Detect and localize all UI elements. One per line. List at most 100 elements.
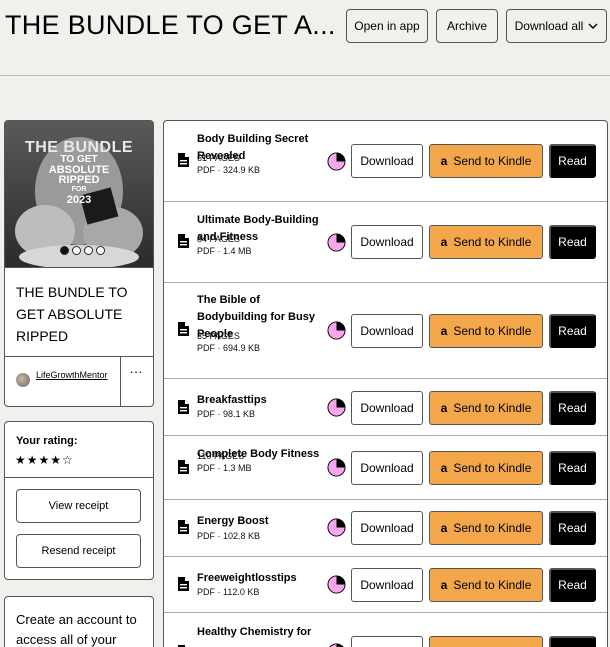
account-prompt: Create an account to access all of your: [16, 612, 137, 647]
amazon-icon: a: [440, 235, 448, 249]
cover-line-4: RIPPED: [58, 174, 100, 186]
content-item: Complete Body Fitness 110 PAGES PDF · 1.…: [164, 436, 607, 500]
document-icon: [178, 322, 189, 336]
open-in-app-button[interactable]: Open in app: [346, 9, 428, 43]
document-icon: [178, 153, 189, 167]
read-button[interactable]: Read: [549, 451, 596, 485]
send-to-kindle-button[interactable]: a Send to Kindle: [429, 225, 543, 259]
download-button[interactable]: Download: [351, 568, 423, 602]
divider: [5, 477, 153, 478]
carousel-dot[interactable]: [96, 246, 105, 255]
send-to-kindle-label: Send to Kindle: [453, 154, 532, 168]
content-item: Healthy Chemistry for Download a Send to…: [164, 613, 607, 647]
more-options-button[interactable]: ···: [124, 364, 148, 379]
item-title: Healthy Chemistry for: [197, 626, 312, 638]
document-icon: [178, 520, 189, 534]
amazon-icon: a: [440, 324, 448, 338]
send-to-kindle-button[interactable]: a Send to Kindle: [429, 391, 543, 425]
progress-pie-icon: [327, 518, 346, 537]
item-file-info: PDF · 694.9 KB: [197, 343, 261, 353]
content-item: The Bible of Bodybuilding for Busy Peopl…: [164, 283, 607, 379]
download-button[interactable]: Download: [351, 314, 423, 348]
send-to-kindle-button[interactable]: a Send to Kindle: [429, 451, 543, 485]
content-item: Breakfasttips PDF · 98.1 KB Download a S…: [164, 379, 607, 436]
read-button[interactable]: Read: [549, 225, 596, 259]
download-button[interactable]: Download: [351, 144, 423, 178]
cover-line-6: 2023: [66, 194, 92, 206]
send-to-kindle-label: Send to Kindle: [453, 401, 532, 415]
progress-pie-icon: [327, 398, 346, 417]
progress-pie-icon: [327, 458, 346, 477]
product-title: THE BUNDLE TO GET ABSOLUTE RIPPED: [16, 284, 128, 344]
carousel-dot[interactable]: [84, 246, 93, 255]
amazon-icon: a: [440, 521, 448, 535]
item-title: Freeweightlosstips: [197, 572, 297, 584]
download-all-button[interactable]: Download all: [506, 9, 607, 43]
item-title: Energy Boost: [197, 515, 269, 527]
send-to-kindle-label: Send to Kindle: [453, 324, 532, 338]
view-receipt-button[interactable]: View receipt: [16, 489, 141, 523]
send-to-kindle-label: Send to Kindle: [453, 521, 532, 535]
amazon-icon: a: [440, 578, 448, 592]
item-pages: 110 PAGES: [197, 451, 245, 461]
content-item: Body Building Secret Revealed 61 PAGES P…: [164, 121, 607, 202]
send-to-kindle-label: Send to Kindle: [453, 461, 532, 475]
send-to-kindle-button[interactable]: a Send to Kindle: [429, 568, 543, 602]
send-to-kindle-button[interactable]: a Send to Kindle: [429, 314, 543, 348]
content-item: Energy Boost PDF · 102.8 KB Download a S…: [164, 500, 607, 557]
progress-pie-icon: [327, 575, 346, 594]
creator-link[interactable]: LifeGrowthMentor: [36, 369, 110, 381]
resend-receipt-button[interactable]: Resend receipt: [16, 534, 141, 568]
read-button[interactable]: Read: [549, 314, 596, 348]
item-file-info: PDF · 98.1 KB: [197, 409, 256, 419]
rating-label: Your rating:: [16, 435, 78, 447]
cover-carousel-dots[interactable]: [60, 246, 105, 255]
item-pages: 35 PAGES: [197, 331, 240, 341]
document-icon: [178, 577, 189, 591]
archive-button[interactable]: Archive: [436, 9, 498, 43]
read-button[interactable]: Read: [549, 391, 596, 425]
read-button[interactable]: Read: [549, 636, 596, 647]
item-file-info: PDF · 102.8 KB: [197, 531, 261, 541]
document-icon: [178, 234, 189, 248]
cover-subtitle: TO GET ABSOLUTE RIPPED FOR 2023: [11, 155, 147, 206]
download-button[interactable]: Download: [351, 511, 423, 545]
download-button[interactable]: Download: [351, 451, 423, 485]
read-button[interactable]: Read: [549, 511, 596, 545]
download-button[interactable]: Download: [351, 225, 423, 259]
item-pages: 61 PAGES: [197, 153, 240, 163]
divider: [120, 357, 121, 406]
carousel-dot[interactable]: [60, 246, 69, 255]
send-to-kindle-label: Send to Kindle: [453, 235, 532, 249]
amazon-icon: a: [440, 401, 448, 415]
read-button[interactable]: Read: [549, 568, 596, 602]
page-title: THE BUNDLE TO GET A...: [5, 10, 336, 40]
send-to-kindle-button[interactable]: a Send to Kindle: [429, 144, 543, 178]
item-file-info: PDF · 1.3 MB: [197, 463, 252, 473]
read-button[interactable]: Read: [549, 144, 596, 178]
download-button[interactable]: Download: [351, 391, 423, 425]
product-cover-image[interactable]: THE BUNDLE TO GET ABSOLUTE RIPPED FOR 20…: [5, 121, 153, 267]
item-title: Breakfasttips: [197, 394, 267, 406]
divider: [5, 267, 153, 268]
item-file-info: PDF · 324.9 KB: [197, 165, 261, 175]
chevron-down-icon: [588, 23, 598, 29]
content-item: Freeweightlosstips PDF · 112.0 KB Downlo…: [164, 557, 607, 613]
avatar[interactable]: [16, 373, 30, 387]
progress-pie-icon: [329, 643, 344, 647]
carousel-dot[interactable]: [72, 246, 81, 255]
divider: [5, 356, 153, 357]
send-to-kindle-button[interactable]: a Send to Kindle: [429, 636, 543, 647]
amazon-icon: a: [440, 154, 448, 168]
item-file-info: PDF · 112.0 KB: [197, 587, 260, 597]
send-to-kindle-button[interactable]: a Send to Kindle: [429, 511, 543, 545]
content-item: Ultimate Body-Building and Fitness 84 PA…: [164, 202, 607, 283]
document-icon: [178, 400, 189, 414]
download-all-label: Download all: [514, 19, 584, 33]
document-icon: [178, 460, 189, 474]
rating-stars[interactable]: ★★★★☆: [15, 453, 74, 467]
header: THE BUNDLE TO GET A... Open in app Archi…: [0, 0, 610, 76]
progress-pie-icon: [327, 233, 346, 252]
amazon-icon: a: [440, 461, 448, 475]
download-button[interactable]: Download: [351, 636, 423, 647]
